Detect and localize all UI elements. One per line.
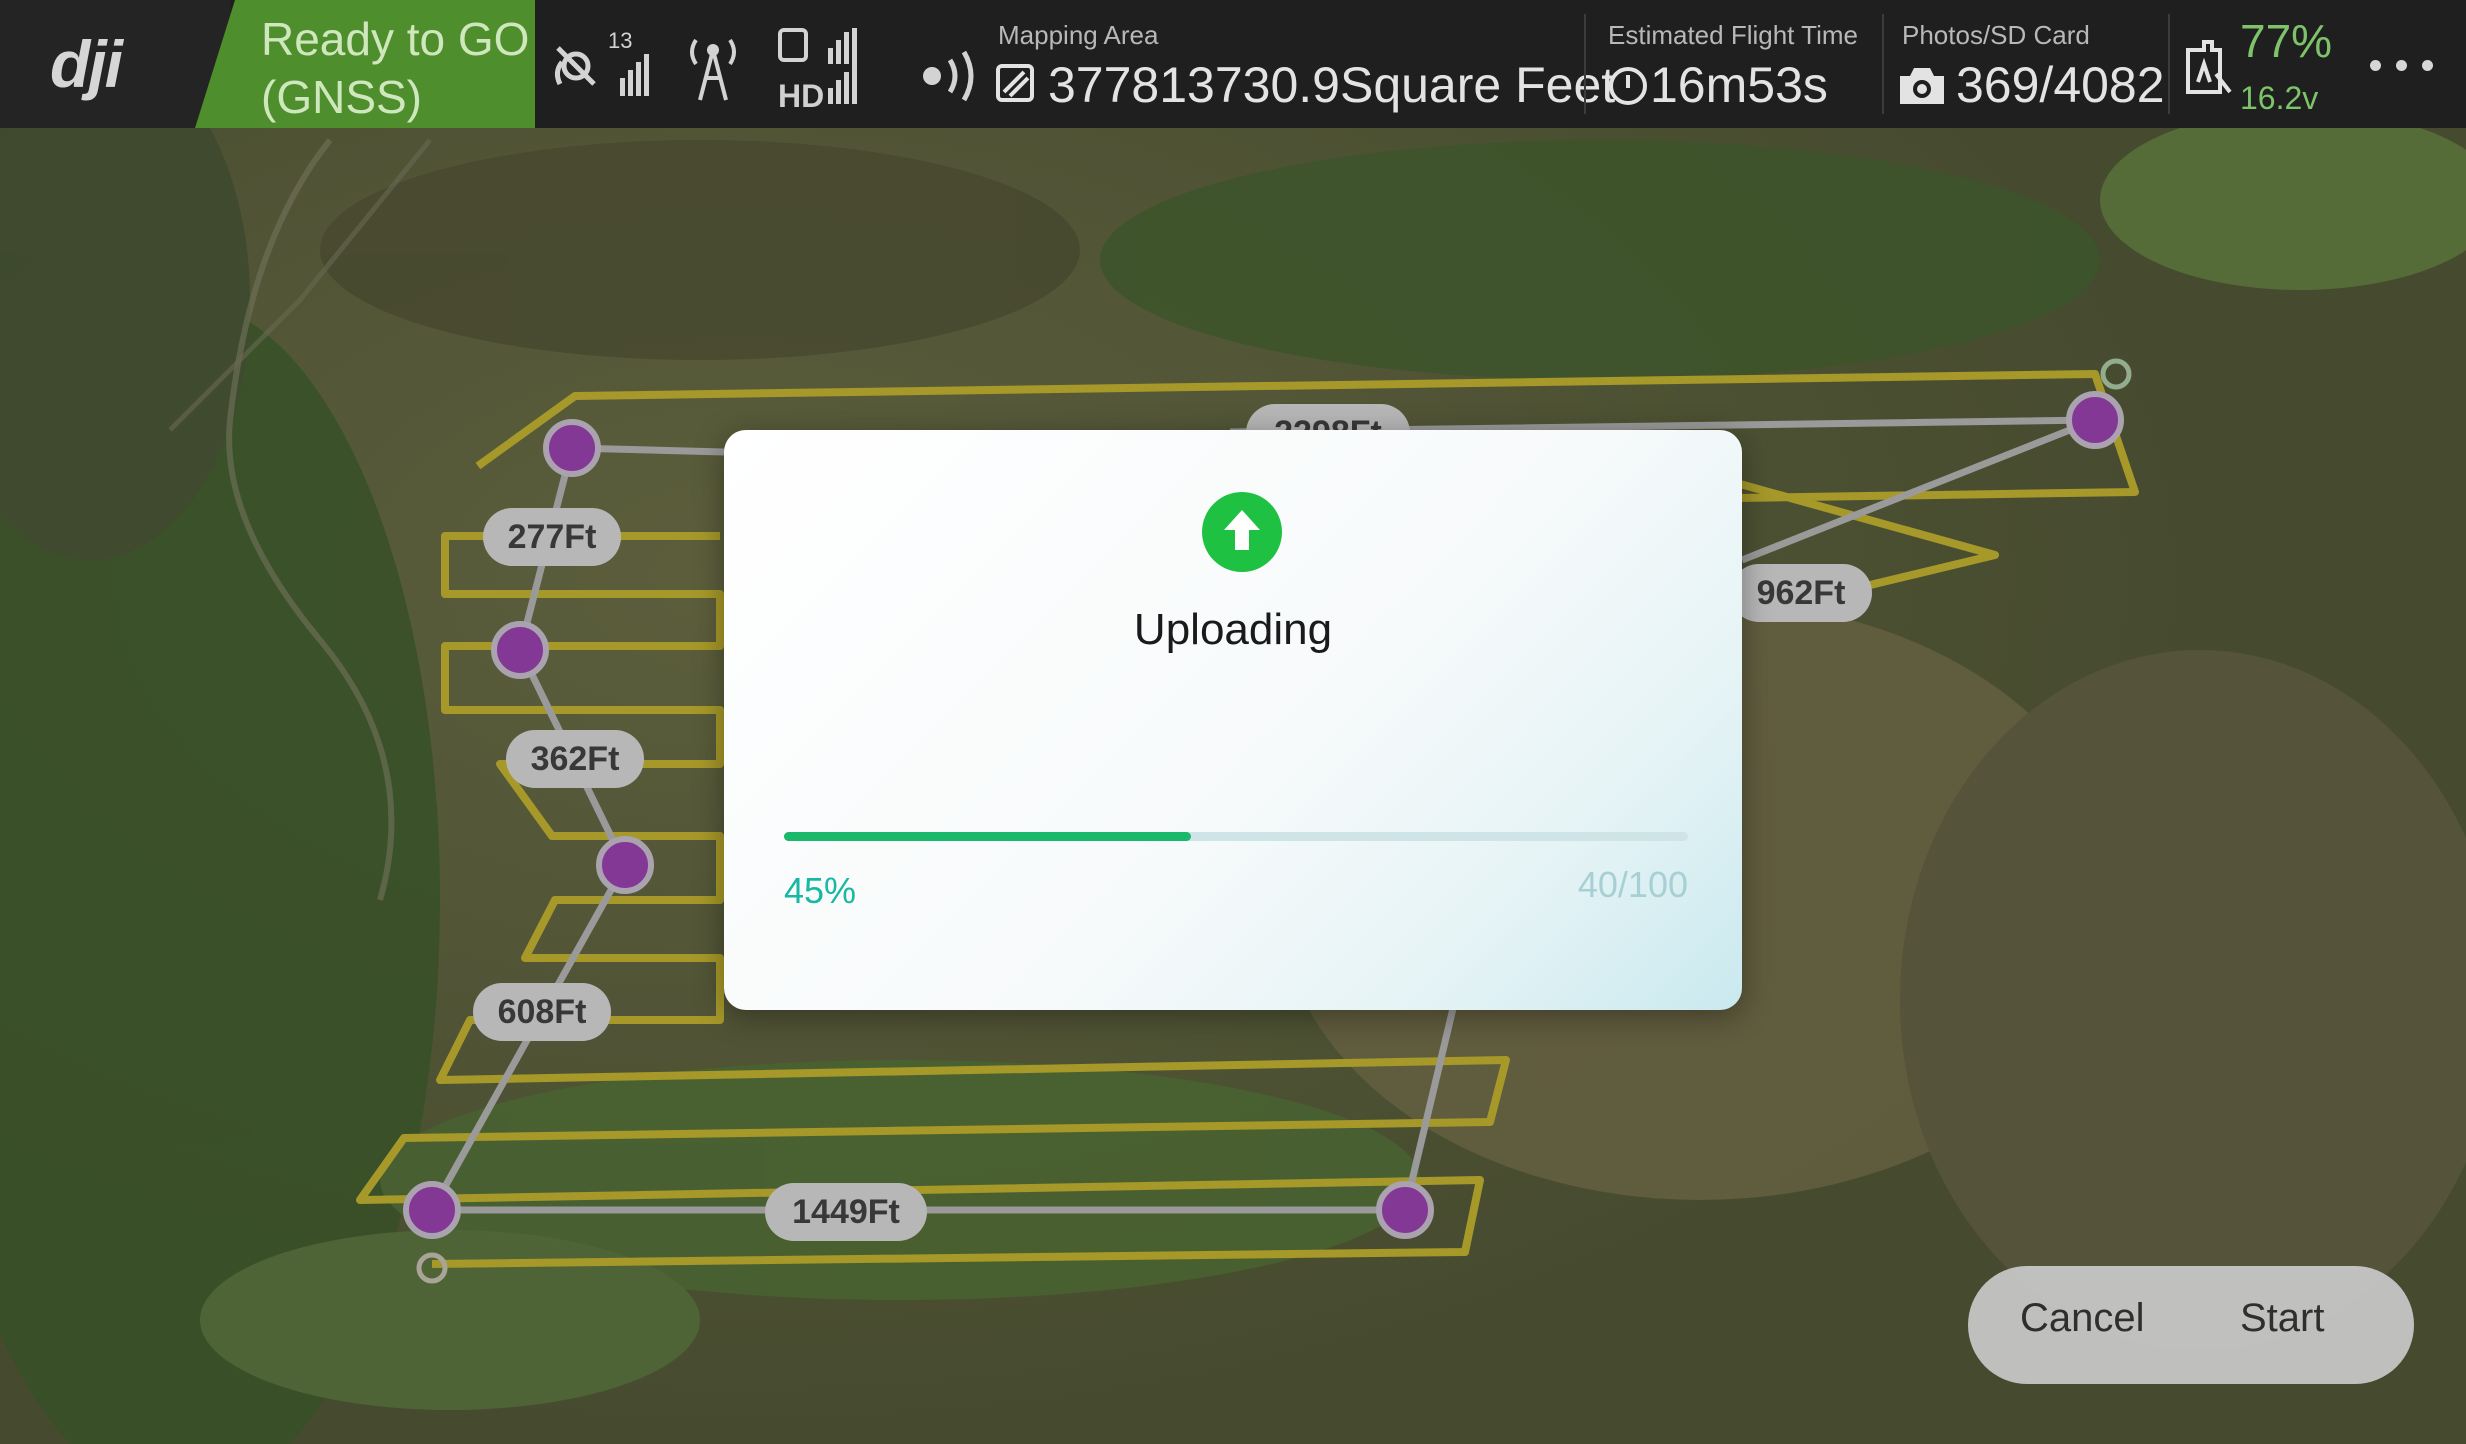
area-icon-wrap <box>994 62 1038 142</box>
sonar-icon <box>923 50 974 102</box>
upload-progress-fill <box>784 832 1191 841</box>
battery-percent: 77% <box>2240 15 2333 67</box>
upload-progress-bar <box>784 832 1688 841</box>
photos-value: 369/4082 <box>1956 57 2165 113</box>
start-button[interactable]: Start <box>2240 1296 2324 1341</box>
satellite-icon: 13 <box>554 28 649 96</box>
upload-progress-count: 40/100 <box>1577 864 1688 905</box>
more-dot-icon <box>2370 60 2381 71</box>
battery-voltage: 16.2v <box>2240 80 2319 116</box>
positioning-mode: (GNSS) <box>261 71 422 123</box>
more-dot-icon <box>2422 60 2433 71</box>
camera-icon-wrap <box>1896 64 1948 144</box>
flight-status[interactable]: Ready to GO (GNSS) <box>195 0 535 128</box>
dialog-title: Uploading <box>1133 605 1333 654</box>
antenna-icon <box>690 38 736 101</box>
camera-icon <box>1900 68 1944 104</box>
flight-status-text: Ready to GO <box>261 13 530 65</box>
battery-icon-wrap[interactable] <box>2180 34 2236 114</box>
upload-dialog: Uploading 45% 40/100 <box>724 430 1742 1010</box>
mapping-area-label: Mapping Area <box>998 20 1159 50</box>
dji-logo[interactable]: dji <box>0 0 230 128</box>
divider <box>1584 14 1586 114</box>
status-bar: dji Ready to GO (GNSS) 13 HD Mapping Are… <box>0 0 2466 128</box>
mission-action-bar: Cancel Start <box>1968 1266 2414 1384</box>
upload-progress-percent: 45% <box>784 870 857 911</box>
photos-label: Photos/SD Card <box>1902 20 2090 50</box>
vision-system-status[interactable] <box>920 48 990 128</box>
more-menu-button[interactable] <box>2366 40 2446 90</box>
remote-signal[interactable] <box>684 28 742 108</box>
mapping-area-value: 377813730.9Square Feet <box>1048 57 1616 113</box>
battery-icon <box>2186 40 2232 94</box>
satellite-count: 13 <box>608 28 632 53</box>
flight-time-value: 16m53s <box>1650 57 1828 113</box>
clock-icon-wrap <box>1606 64 1650 144</box>
more-dot-icon <box>2396 60 2407 71</box>
cancel-button[interactable]: Cancel <box>2020 1296 2145 1341</box>
divider <box>2168 14 2170 114</box>
clock-icon <box>1609 67 1647 105</box>
divider <box>1882 14 1884 114</box>
upload-icon <box>1202 492 1282 572</box>
satellite-signal[interactable]: 13 <box>548 28 652 108</box>
logo-mark: dji <box>50 27 123 101</box>
area-icon <box>996 64 1034 102</box>
flight-time-label: Estimated Flight Time <box>1608 20 1858 50</box>
hd-label: HD <box>778 78 825 114</box>
